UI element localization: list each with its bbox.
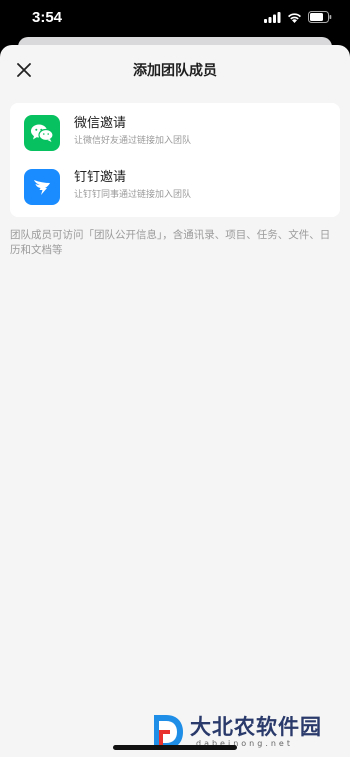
- invite-options: 微信邀请 让微信好友通过链接加入团队 钉钉邀请 让钉钉同事通过链接加入团队: [10, 103, 340, 217]
- status-bar: 3:54: [0, 0, 350, 36]
- option-title: 钉钉邀请: [74, 170, 127, 185]
- watermark-name: 大北农软件园: [190, 714, 322, 739]
- status-icons: [264, 11, 332, 23]
- dingtalk-option-text: 钉钉邀请 让钉钉同事通过链接加入团队: [74, 169, 191, 202]
- add-member-sheet: 添加团队成员 微信邀请 让微信好友通过链接加入团队 钉钉邀请 让钉钉同事通过链接…: [0, 45, 350, 757]
- wifi-icon: [288, 12, 301, 23]
- sheet-header: 添加团队成员: [0, 45, 350, 95]
- watermark-text: 大北农软件园 dabeinong.net: [190, 715, 322, 749]
- team-info-note: 团队成员可访问「团队公开信息」，含通讯录、项目、任务、文件、日历和文档等: [10, 229, 331, 256]
- option-title: 微信邀请: [74, 116, 127, 131]
- close-button[interactable]: [12, 58, 36, 82]
- wechat-invite-option[interactable]: 微信邀请 让微信好友通过链接加入团队: [10, 109, 340, 157]
- signal-icon: [264, 11, 281, 23]
- close-icon: [17, 63, 31, 77]
- sheet-title: 添加团队成员: [133, 63, 217, 79]
- dingtalk-icon: [24, 169, 60, 205]
- option-subtitle: 让微信好友通过链接加入团队: [74, 136, 192, 146]
- status-time: 3:54: [32, 9, 63, 26]
- dingtalk-invite-option[interactable]: 钉钉邀请 让钉钉同事通过链接加入团队: [10, 163, 340, 211]
- home-indicator[interactable]: [113, 745, 237, 750]
- wechat-option-text: 微信邀请 让微信好友通过链接加入团队: [74, 115, 191, 148]
- battery-icon: [308, 11, 332, 23]
- option-subtitle: 让钉钉同事通过链接加入团队: [74, 190, 192, 200]
- wechat-icon: [24, 115, 60, 151]
